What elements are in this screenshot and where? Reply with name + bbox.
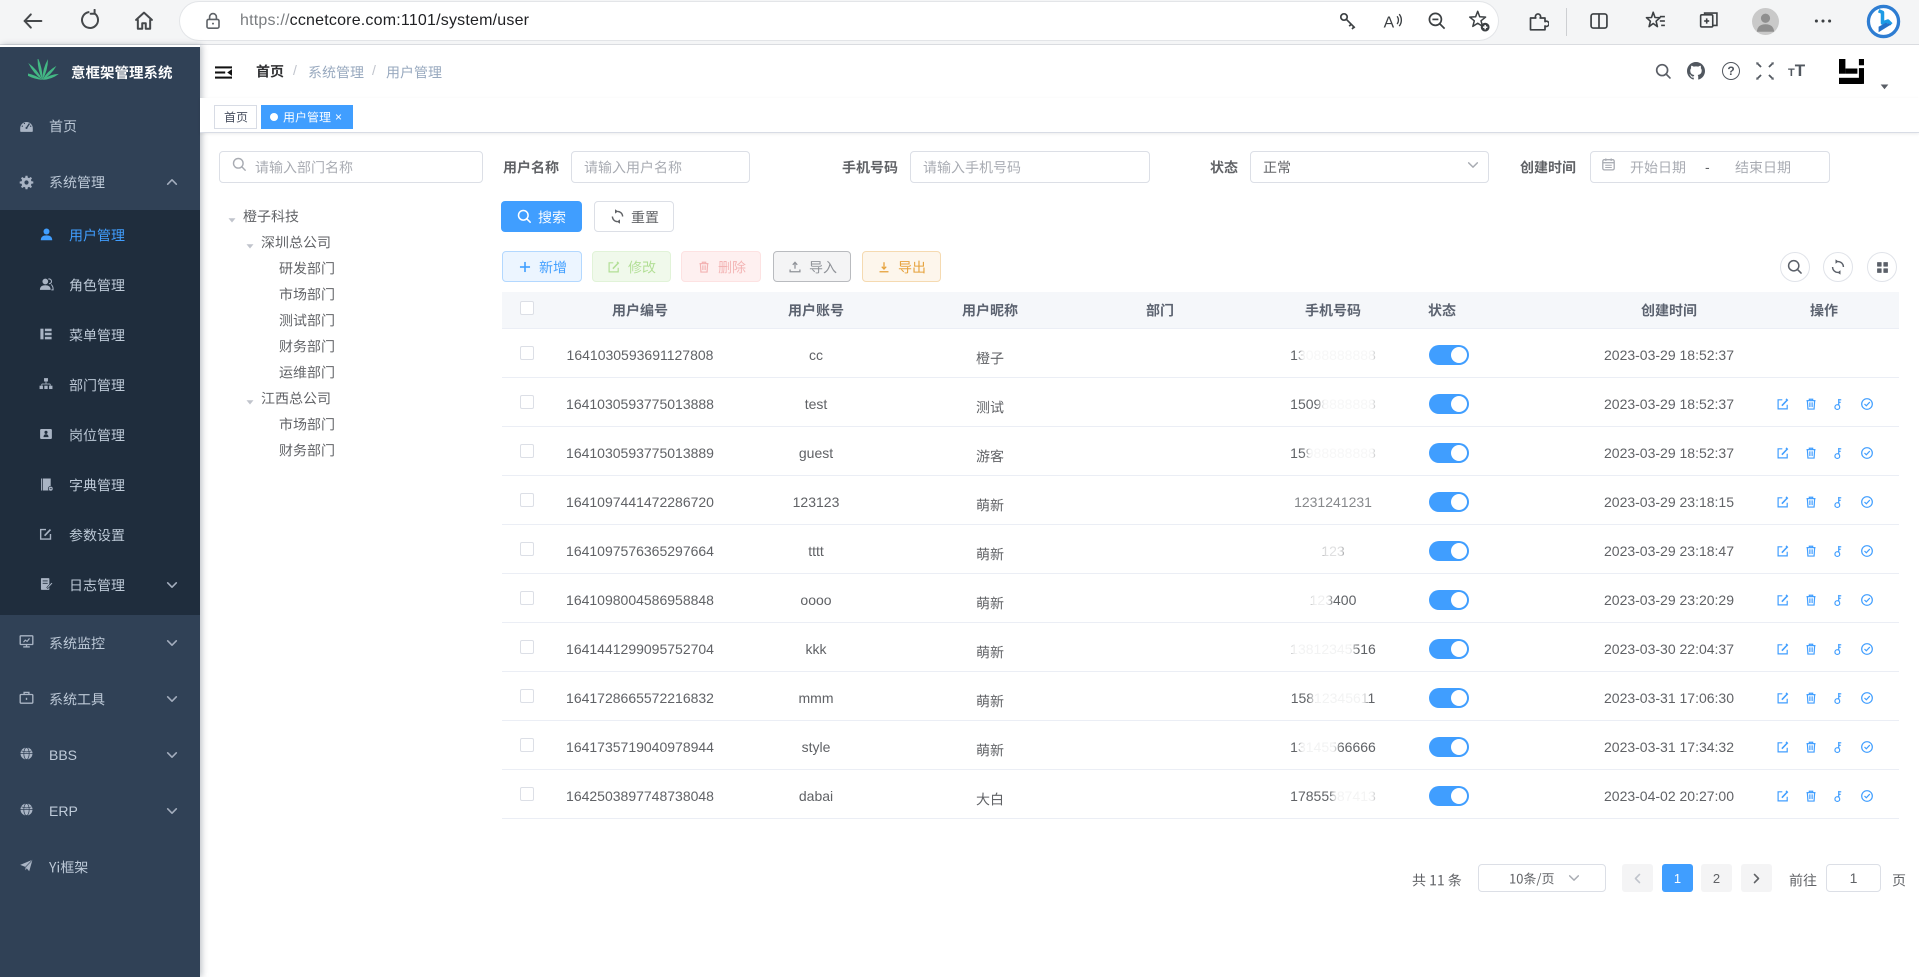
svg-text:A: A (1384, 14, 1395, 31)
